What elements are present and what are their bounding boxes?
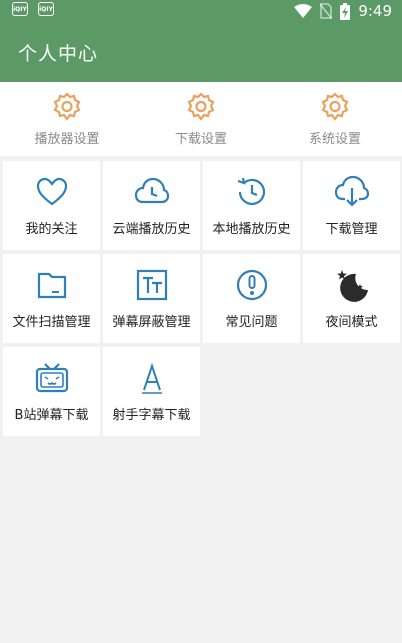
system-settings-button[interactable]: 系统设置 [268,82,402,156]
gear-icon [187,92,215,121]
text-block-icon [136,269,167,301]
setting-label: 系统设置 [308,132,361,147]
page-title: 个人中心 [18,42,99,65]
grid-label: 常见问题 [225,315,278,330]
setting-label: 下载设置 [174,132,227,147]
grid-label: 弹幕屏蔽管理 [112,315,191,330]
gear-icon [321,92,349,121]
bilibili-tv-icon [35,363,68,393]
local-history-button[interactable]: 本地播放历史 [203,161,300,250]
gear-icon [53,92,81,121]
danmaku-block-button[interactable]: 弹幕屏蔽管理 [103,254,200,343]
grid-label: B站弹幕下载 [14,408,89,423]
setting-label: 播放器设置 [34,132,100,147]
subtitle-download-button[interactable]: 射手字幕下载 [103,347,200,436]
folder-icon [37,272,66,299]
grid-label: 我的关注 [25,222,78,237]
grid-label: 夜间模式 [325,315,378,330]
app-bar: 个人中心 [0,22,402,82]
wifi-icon [294,4,313,18]
moon-stars-icon [336,270,368,302]
settings-row: 播放器设置 下载设置 系统设置 [0,82,402,156]
bilibili-danmaku-download-button[interactable]: B站弹幕下载 [3,347,100,436]
no-sim-icon [320,3,333,19]
status-bar: iQIY iQIY 9:49 [0,0,402,22]
download-manager-button[interactable]: 下载管理 [303,161,400,250]
iqiyi-icon: iQIY [12,2,28,16]
grid-label: 射手字幕下载 [112,408,191,423]
heart-icon [36,177,67,206]
night-mode-button[interactable]: 夜间模式 [303,254,400,343]
exclamation-icon [236,269,267,301]
history-clock-icon [237,177,265,205]
function-grid: 我的关注 云端播放历史 本地播放历史 下载管理 文件扫描管理 弹幕屏蔽管理 常见… [0,161,402,436]
grid-label: 本地播放历史 [212,222,291,237]
grid-label: 文件扫描管理 [12,315,91,330]
download-settings-button[interactable]: 下载设置 [134,82,268,156]
my-follows-button[interactable]: 我的关注 [3,161,100,250]
cloud-download-icon [334,175,369,207]
status-time: 9:49 [358,2,392,20]
iqiyi-icon: iQIY [38,2,54,16]
cloud-history-button[interactable]: 云端播放历史 [103,161,200,250]
cloud-clock-icon [134,177,169,204]
player-settings-button[interactable]: 播放器设置 [0,82,134,156]
faq-button[interactable]: 常见问题 [203,254,300,343]
grid-label: 下载管理 [325,222,378,237]
file-scan-button[interactable]: 文件扫描管理 [3,254,100,343]
letter-a-icon [141,362,162,394]
grid-label: 云端播放历史 [112,222,191,237]
battery-charging-icon [340,2,351,20]
